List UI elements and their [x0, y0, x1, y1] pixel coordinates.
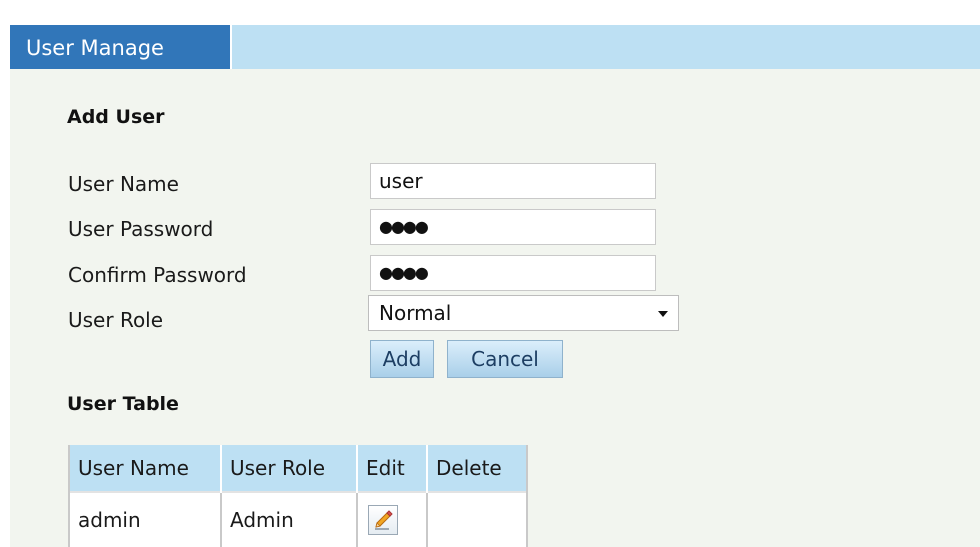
- user-password-input[interactable]: ●●●●: [370, 209, 656, 245]
- cell-user-name: admin: [68, 491, 222, 547]
- column-header-user-name: User Name: [68, 445, 222, 492]
- cancel-button[interactable]: Cancel: [447, 340, 563, 378]
- user-role-label: User Role: [68, 308, 164, 332]
- cell-user-role: Admin: [221, 491, 358, 547]
- user-table-heading: User Table: [67, 393, 179, 415]
- top-tab-bar: User Manage: [10, 25, 980, 69]
- user-table: User Name User Role Edit Delete admin Ad…: [68, 445, 528, 547]
- add-button[interactable]: Add: [370, 340, 434, 378]
- confirm-password-label: Confirm Password: [68, 263, 247, 287]
- table-header-row: User Name User Role Edit Delete: [68, 445, 528, 492]
- chevron-down-icon: [658, 311, 668, 317]
- column-header-edit: Edit: [357, 445, 428, 492]
- cell-edit: [357, 491, 428, 547]
- table-row: admin Admin: [68, 491, 528, 547]
- user-password-label: User Password: [68, 217, 214, 241]
- user-manage-panel: Add User User Name user User Password ●●…: [10, 69, 980, 547]
- cell-delete: [427, 491, 528, 547]
- confirm-password-input[interactable]: ●●●●: [370, 255, 656, 291]
- column-header-user-role: User Role: [221, 445, 358, 492]
- user-role-selected-value: Normal: [379, 301, 452, 325]
- tab-user-manage[interactable]: User Manage: [10, 25, 232, 69]
- user-name-input[interactable]: user: [370, 163, 656, 199]
- user-role-select[interactable]: Normal: [368, 295, 679, 331]
- user-name-label: User Name: [68, 172, 179, 196]
- edit-pencil-icon[interactable]: [368, 505, 398, 535]
- column-header-delete: Delete: [427, 445, 528, 492]
- add-user-heading: Add User: [67, 106, 165, 128]
